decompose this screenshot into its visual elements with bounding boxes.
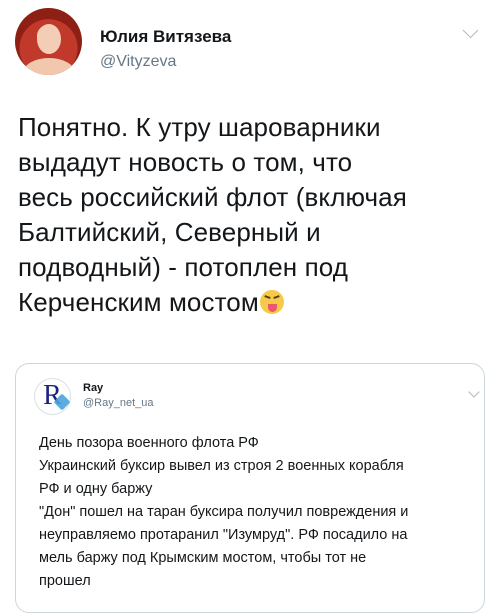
tweet-text-line: подводный) - потоплен под — [18, 252, 349, 282]
quoted-author-name[interactable]: Ray — [83, 382, 103, 394]
quoted-text-line: прошел — [39, 573, 91, 589]
quoted-text-line: День позора военного флота РФ — [39, 435, 259, 451]
emoji-tongue — [267, 304, 277, 312]
author-handle[interactable]: @Vityzeva — [100, 53, 176, 71]
quoted-text-line: "Дон" пошел на таран буксира получил пов… — [39, 504, 409, 520]
avatar-face — [37, 24, 61, 54]
avatar-shoulders — [23, 58, 75, 75]
quoted-chevron-down-icon[interactable] — [468, 386, 480, 398]
quoted-text-line: мель баржу под Крымским мостом, чтобы то… — [39, 550, 367, 566]
squinting-tongue-emoji-icon — [259, 290, 284, 314]
quoted-tweet-card[interactable]: R Ray @Ray_net_ua День позора военного ф… — [15, 363, 485, 613]
tweet-text-line: Балтийский, Северный и — [18, 217, 321, 247]
quoted-text-line: Украинский буксир вывел из строя 2 военн… — [39, 458, 404, 474]
author-name[interactable]: Юлия Витязева — [100, 27, 231, 47]
author-avatar[interactable] — [15, 8, 82, 75]
quoted-text-line: неуправляемо протаранил "Изумруд". РФ по… — [39, 527, 408, 543]
quoted-tweet-text: День позора военного флота РФ Украинский… — [39, 432, 484, 593]
tweet-text: Понятно. К утру шароварники выдадут ново… — [18, 110, 488, 320]
quoted-author-handle[interactable]: @Ray_net_ua — [83, 397, 154, 409]
tweet-text-line: выдадут новость о том, что — [18, 147, 353, 177]
chevron-down-icon[interactable] — [462, 22, 479, 39]
tweet-text-line: весь российский флот (включая — [18, 182, 407, 212]
tweet-text-line-last: Керченским мостом — [18, 285, 488, 320]
tweet-text-line: Понятно. К утру шароварники — [18, 112, 381, 142]
quoted-author-avatar[interactable]: R — [34, 378, 71, 415]
quoted-text-line: РФ и одну баржу — [39, 481, 153, 497]
tweet-text-line-content: Керченским мостом — [18, 287, 259, 317]
